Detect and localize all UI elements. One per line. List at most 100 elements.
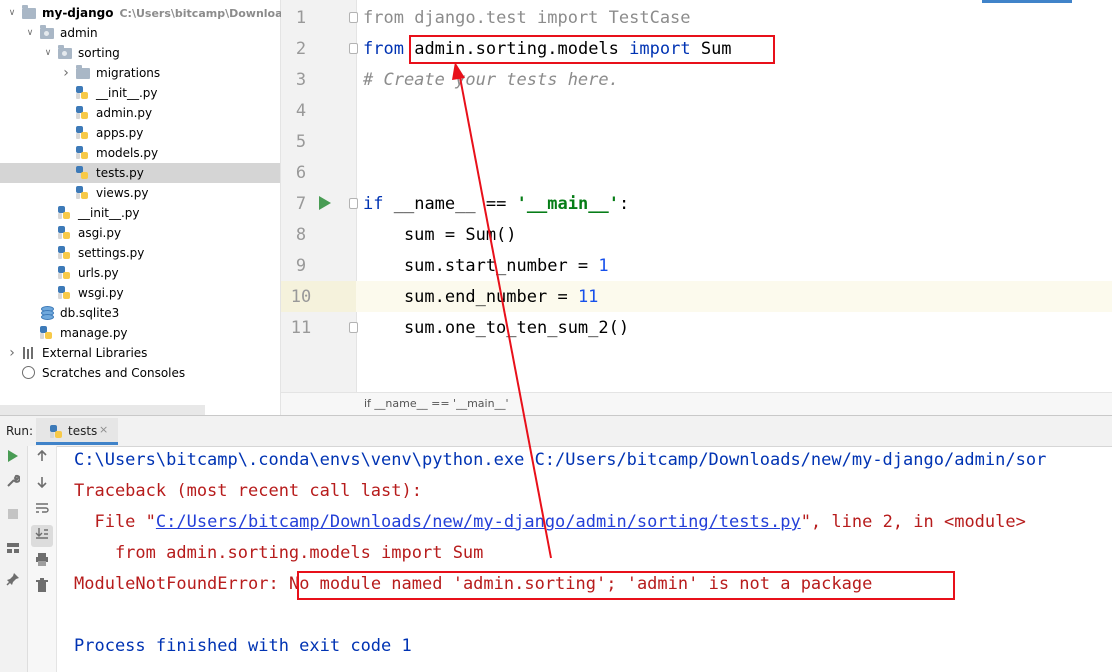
folder-icon xyxy=(40,25,54,39)
python-file-icon xyxy=(40,326,53,340)
code-line-7[interactable]: if __name__ == '__main__': xyxy=(363,189,629,220)
chevron-right-icon[interactable]: › xyxy=(6,343,18,363)
tree-item-label: sorting xyxy=(78,46,120,60)
folder-icon xyxy=(22,5,36,19)
code-line-10[interactable]: sum.end_number = 11 xyxy=(363,282,598,313)
tree-item-label: my-django C:\Users\bitcamp\Downloads xyxy=(42,6,297,20)
print-icon[interactable] xyxy=(31,552,53,574)
tree-item[interactable]: models.py xyxy=(0,143,280,163)
code-line-3[interactable]: # Create your tests here. xyxy=(363,65,619,96)
tree-item[interactable]: db.sqlite3 xyxy=(0,303,280,323)
tree-item-label: settings.py xyxy=(78,246,145,260)
output-command-line: C:\Users\bitcamp\.conda\envs\venv\python… xyxy=(74,450,1047,470)
tree-item-path-hint: C:\Users\bitcamp\Downloads xyxy=(119,7,297,20)
code-text: == xyxy=(475,194,517,214)
tree-item[interactable]: › External Libraries xyxy=(0,343,280,363)
pin-icon[interactable] xyxy=(2,572,24,594)
trash-icon[interactable] xyxy=(31,578,53,600)
layout-icon[interactable] xyxy=(2,540,24,562)
play-icon[interactable] xyxy=(2,448,24,470)
code-text: django.test import TestCase xyxy=(403,8,691,28)
code-text: __name__ xyxy=(393,194,476,214)
keyword: from xyxy=(363,8,404,28)
tree-item[interactable]: tests.py xyxy=(0,163,280,183)
tree-item[interactable]: asgi.py xyxy=(0,223,280,243)
python-file-icon xyxy=(76,126,89,140)
tree-item-label: views.py xyxy=(96,186,149,200)
line-number: 9 xyxy=(295,256,307,276)
tree-item[interactable]: admin.py xyxy=(0,103,280,123)
tree-item-label: tests.py xyxy=(96,166,144,180)
code-line-9[interactable]: sum.start_number = 1 xyxy=(363,251,609,282)
soft-wrap-icon[interactable] xyxy=(31,500,53,522)
scroll-to-end-icon[interactable] xyxy=(31,525,53,547)
arrow-up-icon[interactable] xyxy=(31,448,53,470)
python-file-icon xyxy=(50,425,63,439)
tree-item[interactable]: manage.py xyxy=(0,323,280,343)
tree-item-label: db.sqlite3 xyxy=(60,306,120,320)
tree-item[interactable]: › migrations xyxy=(0,63,280,83)
tree-item-label: models.py xyxy=(96,146,159,160)
python-file-icon xyxy=(76,86,89,100)
python-file-icon xyxy=(58,206,71,220)
file-link[interactable]: C:/Users/bitcamp/Downloads/new/my-django… xyxy=(156,512,801,532)
wrench-icon[interactable] xyxy=(2,474,24,496)
code-line-1[interactable]: from django.test import TestCase xyxy=(363,3,691,34)
tree-item[interactable]: wsgi.py xyxy=(0,283,280,303)
comment: # Create your tests here. xyxy=(363,70,619,90)
python-file-icon xyxy=(58,246,71,260)
library-icon xyxy=(22,346,37,360)
tree-item-label: asgi.py xyxy=(78,226,122,240)
line-number: 3 xyxy=(295,70,307,90)
tree-item[interactable]: ∨ my-django C:\Users\bitcamp\Downloads xyxy=(0,3,297,23)
chevron-down-icon[interactable]: ∨ xyxy=(24,23,36,43)
tree-item[interactable]: views.py xyxy=(0,183,280,203)
arrow-down-icon[interactable] xyxy=(31,474,53,496)
line-number: 7 xyxy=(295,194,307,214)
folder-icon xyxy=(76,65,90,79)
tree-item-label: manage.py xyxy=(60,326,128,340)
number-literal: 11 xyxy=(577,287,599,307)
output-exit-line: Process finished with exit code 1 xyxy=(74,636,412,656)
line-number: 10 xyxy=(290,287,312,307)
tree-item-label: admin.py xyxy=(96,106,153,120)
line-number: 6 xyxy=(295,163,307,183)
tree-item-label: __init__.py xyxy=(78,206,140,220)
stop-icon[interactable] xyxy=(2,506,24,528)
tree-item-label: migrations xyxy=(96,66,161,80)
code-text: : xyxy=(618,194,630,214)
tree-item[interactable]: urls.py xyxy=(0,263,280,283)
tree-item[interactable]: __init__.py xyxy=(0,83,280,103)
fold-marker-icon[interactable] xyxy=(349,198,358,209)
fold-marker-icon[interactable] xyxy=(349,12,358,23)
code-line-8[interactable]: sum = Sum() xyxy=(363,220,517,251)
tree-item-label: __init__.py xyxy=(96,86,158,100)
close-icon[interactable]: × xyxy=(99,423,108,436)
breadcrumb[interactable]: if __name__ == '__main__' xyxy=(364,397,509,410)
chevron-down-icon[interactable]: ∨ xyxy=(6,3,18,23)
chevron-right-icon[interactable]: › xyxy=(60,63,72,83)
tree-horizontal-scrollbar[interactable] xyxy=(0,405,205,415)
python-file-icon xyxy=(58,226,71,240)
tree-item[interactable]: Scratches and Consoles xyxy=(0,363,280,383)
tree-item[interactable]: __init__.py xyxy=(0,203,280,223)
line-number: 4 xyxy=(295,101,307,121)
tree-item[interactable]: ∨ admin xyxy=(0,23,280,43)
output-file-line: File "C:/Users/bitcamp/Downloads/new/my-… xyxy=(74,507,1025,538)
string-literal: '__main__' xyxy=(516,194,619,214)
tree-item[interactable]: ∨ sorting xyxy=(0,43,280,63)
python-file-icon xyxy=(58,266,71,280)
code-text: sum = Sum() xyxy=(363,225,517,245)
chevron-down-icon[interactable]: ∨ xyxy=(42,43,54,63)
run-gutter-icon[interactable] xyxy=(319,196,331,210)
python-file-icon xyxy=(76,106,89,120)
code-text: sum.start_number = xyxy=(363,256,599,276)
line-number: 11 xyxy=(290,318,312,338)
line-number: 5 xyxy=(295,132,307,152)
code-line-11[interactable]: sum.one_to_ten_sum_2() xyxy=(363,313,629,344)
fold-marker-icon[interactable] xyxy=(349,43,358,54)
python-file-icon xyxy=(76,166,89,180)
tree-item[interactable]: settings.py xyxy=(0,243,280,263)
tree-item[interactable]: apps.py xyxy=(0,123,280,143)
fold-marker-icon[interactable] xyxy=(349,322,358,333)
